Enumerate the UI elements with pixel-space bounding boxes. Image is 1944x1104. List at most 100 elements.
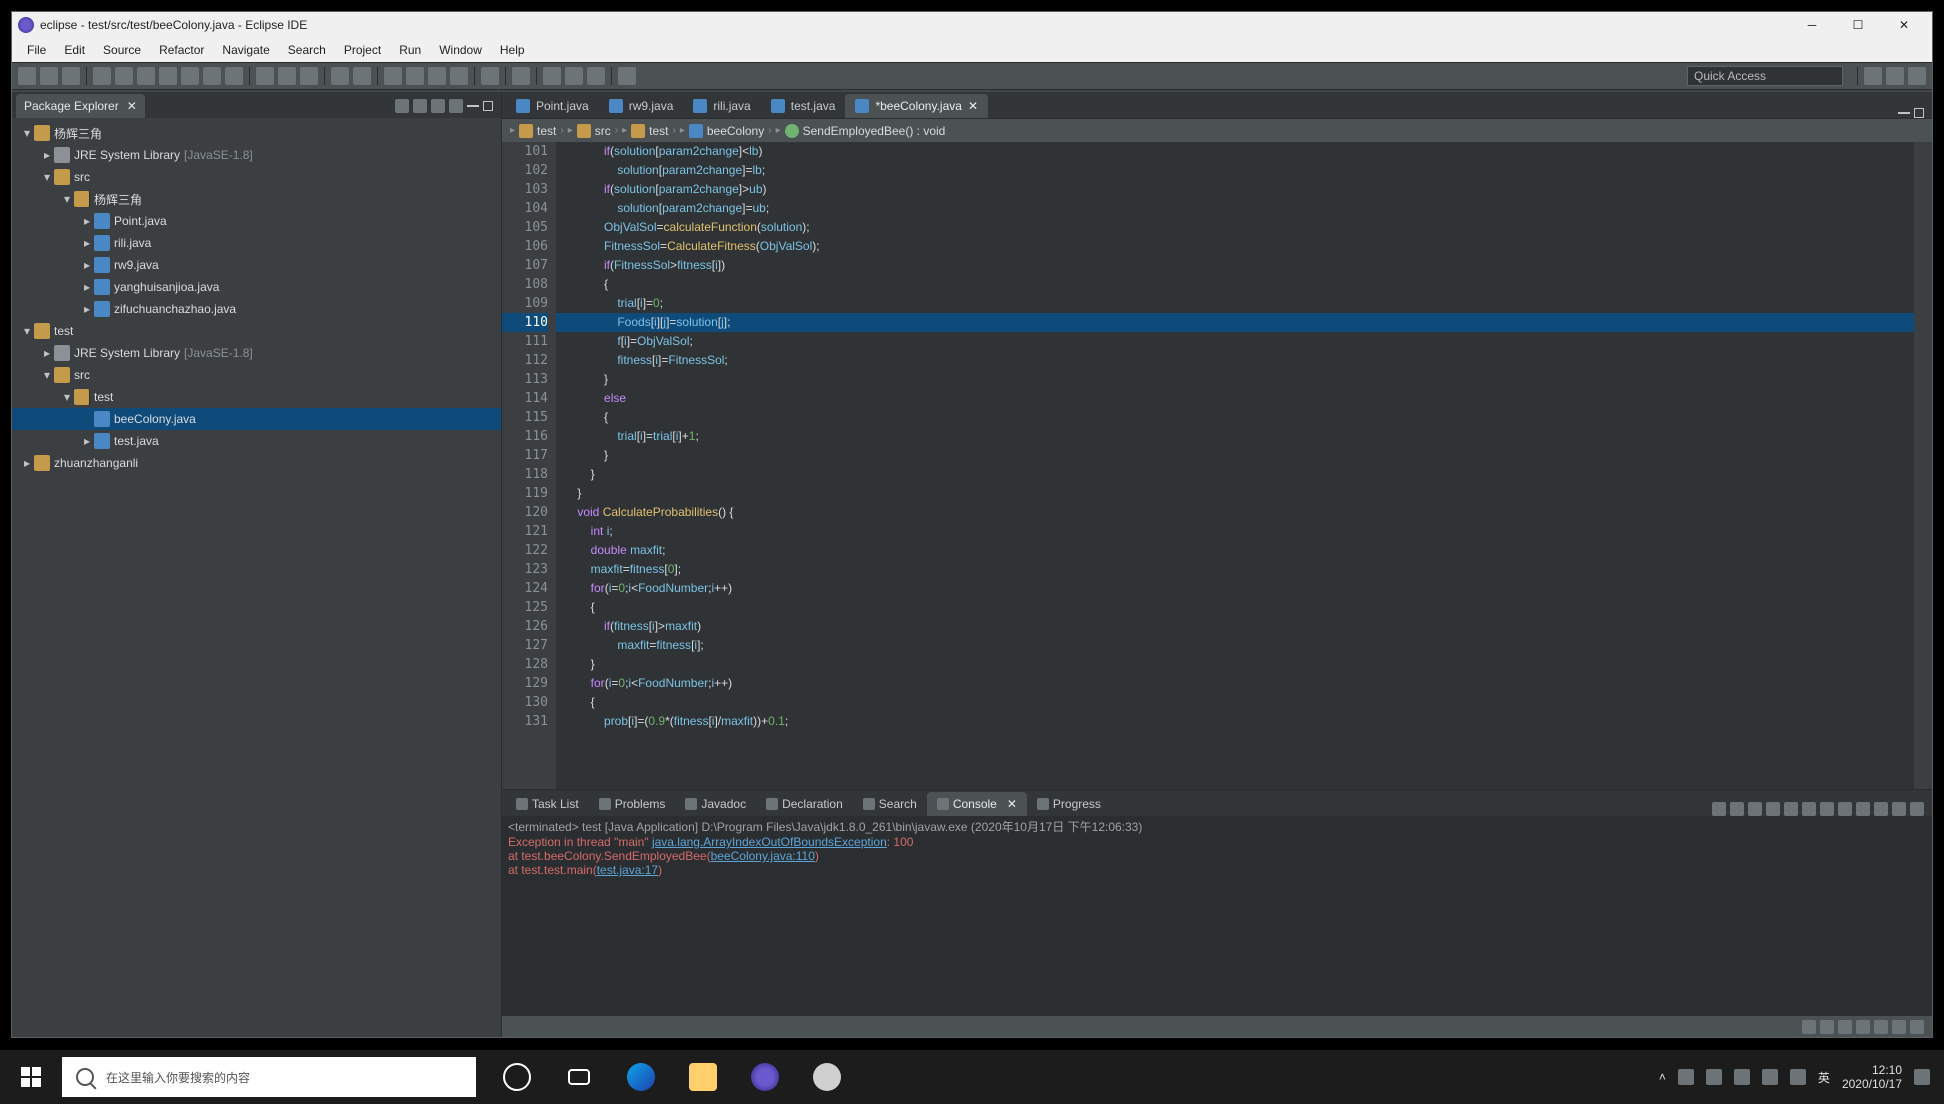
volume-icon[interactable] — [1790, 1069, 1806, 1085]
taskbar-clock[interactable]: 12:10 2020/10/17 — [1842, 1063, 1902, 1091]
edge-icon[interactable] — [610, 1050, 672, 1104]
exception-link[interactable]: java.lang.ArrayIndexOutOfBoundsException — [652, 835, 887, 849]
tree-node[interactable]: ▸rili.java — [12, 232, 501, 254]
open-icon[interactable] — [428, 67, 446, 85]
bottom-tab-progress[interactable]: Progress — [1027, 792, 1111, 816]
tree-node[interactable]: ▾杨辉三角 — [12, 122, 501, 144]
status-icon[interactable] — [1838, 1020, 1852, 1034]
notifications-icon[interactable] — [1914, 1069, 1930, 1085]
link-icon[interactable] — [413, 99, 427, 113]
maximize-view-icon[interactable] — [483, 101, 493, 111]
menu-window[interactable]: Window — [430, 40, 491, 60]
menu-edit[interactable]: Edit — [55, 40, 94, 60]
taskview-icon[interactable] — [548, 1050, 610, 1104]
nav-icon[interactable] — [512, 67, 530, 85]
quick-access[interactable]: Quick Access — [1687, 66, 1843, 86]
tree-node[interactable]: ▾test — [12, 320, 501, 342]
tool-icon[interactable] — [203, 67, 221, 85]
editor-tab[interactable]: *beeColony.java✕ — [845, 94, 988, 118]
tree-node[interactable]: ▾src — [12, 166, 501, 188]
console-toolbar-icon[interactable] — [1910, 802, 1924, 816]
explorer-icon[interactable] — [672, 1050, 734, 1104]
open-icon[interactable] — [384, 67, 402, 85]
tree-node[interactable]: ▸test.java — [12, 430, 501, 452]
bottom-tab-problems[interactable]: Problems — [589, 792, 676, 816]
tool-icon[interactable] — [181, 67, 199, 85]
filter-icon[interactable] — [431, 99, 445, 113]
taskbar-search[interactable]: 在这里输入你要搜索的内容 — [62, 1057, 476, 1097]
menu-refactor[interactable]: Refactor — [150, 40, 213, 60]
open-icon[interactable] — [450, 67, 468, 85]
start-button[interactable] — [0, 1050, 62, 1104]
tray-icon[interactable] — [1678, 1069, 1694, 1085]
close-icon[interactable]: ✕ — [1007, 797, 1017, 811]
newclass-icon[interactable] — [353, 67, 371, 85]
maximize-view-icon[interactable] — [1914, 108, 1924, 118]
tray-chevron-icon[interactable]: ˄ — [1659, 1070, 1666, 1084]
stack-link[interactable]: test.java:17 — [597, 863, 658, 877]
network-icon[interactable] — [1734, 1069, 1750, 1085]
new-icon[interactable] — [18, 67, 36, 85]
stack-link[interactable]: beeColony.java:110 — [711, 849, 815, 863]
tree-node[interactable]: ▸yanghuisanjioa.java — [12, 276, 501, 298]
tree-node[interactable]: beeColony.java — [12, 408, 501, 430]
breadcrumb-segment[interactable]: test — [649, 124, 668, 138]
minimize-view-icon[interactable] — [467, 105, 479, 107]
battery-icon[interactable] — [1706, 1069, 1722, 1085]
menu-run[interactable]: Run — [390, 40, 430, 60]
breadcrumb-segment[interactable]: SendEmployedBee() : void — [803, 124, 946, 138]
status-icon[interactable] — [1820, 1020, 1834, 1034]
tree-node[interactable]: ▸rw9.java — [12, 254, 501, 276]
minimize-view-icon[interactable] — [1898, 112, 1910, 114]
perspective-icon[interactable] — [1864, 67, 1882, 85]
status-icon[interactable] — [1910, 1020, 1924, 1034]
console-toolbar-icon[interactable] — [1712, 802, 1726, 816]
close-button[interactable]: ✕ — [1882, 13, 1926, 37]
console-toolbar-icon[interactable] — [1730, 802, 1744, 816]
ime-indicator[interactable]: 英 — [1818, 1069, 1830, 1086]
console-toolbar-icon[interactable] — [1838, 802, 1852, 816]
back-icon[interactable] — [543, 67, 561, 85]
bottom-tab-javadoc[interactable]: Javadoc — [675, 792, 756, 816]
viewmenu-icon[interactable] — [449, 99, 463, 113]
console-toolbar-icon[interactable] — [1856, 802, 1870, 816]
maximize-button[interactable]: ☐ — [1836, 13, 1880, 37]
menu-project[interactable]: Project — [335, 40, 390, 60]
collapse-icon[interactable] — [395, 99, 409, 113]
tree-node[interactable]: ▾src — [12, 364, 501, 386]
pin-icon[interactable] — [618, 67, 636, 85]
status-icon[interactable] — [1856, 1020, 1870, 1034]
saveall-icon[interactable] — [62, 67, 80, 85]
tool-icon[interactable] — [137, 67, 155, 85]
menu-help[interactable]: Help — [491, 40, 534, 60]
bottom-tab-search[interactable]: Search — [853, 792, 927, 816]
status-icon[interactable] — [1874, 1020, 1888, 1034]
console-toolbar-icon[interactable] — [1820, 802, 1834, 816]
tree-node[interactable]: ▸zhuanzhanganli — [12, 452, 501, 474]
console-toolbar-icon[interactable] — [1802, 802, 1816, 816]
save-icon[interactable] — [40, 67, 58, 85]
menu-search[interactable]: Search — [279, 40, 335, 60]
editor-tab[interactable]: test.java — [761, 94, 846, 118]
java-perspective-icon[interactable] — [1886, 67, 1904, 85]
menu-file[interactable]: File — [18, 40, 55, 60]
breadcrumb-segment[interactable]: src — [595, 124, 611, 138]
bottom-tab-console[interactable]: Console✕ — [927, 792, 1027, 816]
package-explorer-tab[interactable]: Package Explorer ✕ — [16, 94, 145, 118]
close-icon[interactable]: ✕ — [968, 99, 978, 113]
tool-icon[interactable] — [225, 67, 243, 85]
tree-node[interactable]: ▾杨辉三角 — [12, 188, 501, 210]
console-output[interactable]: <terminated> test [Java Application] D:\… — [502, 816, 1932, 1015]
console-toolbar-icon[interactable] — [1874, 802, 1888, 816]
eclipse-taskbar-icon[interactable] — [734, 1050, 796, 1104]
close-icon[interactable]: ✕ — [127, 99, 137, 113]
build-icon[interactable] — [93, 67, 111, 85]
tree-node[interactable]: ▸JRE System Library[JavaSE-1.8] — [12, 342, 501, 364]
tool-icon[interactable] — [159, 67, 177, 85]
fwd-icon[interactable] — [565, 67, 583, 85]
breadcrumb-segment[interactable]: beeColony — [707, 124, 764, 138]
tree-node[interactable]: ▸JRE System Library[JavaSE-1.8] — [12, 144, 501, 166]
bottom-tab-declaration[interactable]: Declaration — [756, 792, 853, 816]
debug-icon[interactable] — [256, 67, 274, 85]
editor-tab[interactable]: rw9.java — [599, 94, 684, 118]
